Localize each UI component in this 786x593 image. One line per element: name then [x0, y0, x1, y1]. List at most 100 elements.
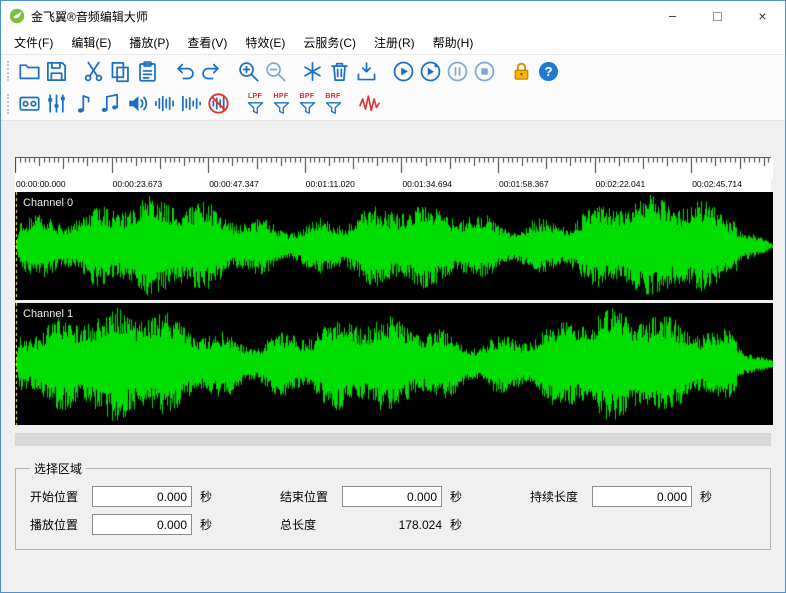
total-length-field: 总长度 178.024 秒 [280, 516, 470, 533]
save-file-icon [45, 60, 68, 83]
duration-input[interactable] [592, 486, 692, 507]
menu-item-help[interactable]: 帮助(H) [424, 31, 483, 54]
stop-button[interactable] [471, 58, 498, 85]
minimize-button[interactable]: − [650, 1, 695, 31]
lpf-filter-button[interactable]: LPF [242, 90, 268, 117]
end-position-label: 结束位置 [280, 488, 342, 505]
redo-icon [200, 60, 223, 83]
hpf-filter-button[interactable]: HPF [268, 90, 294, 117]
start-position-field: 开始位置 秒 [30, 486, 220, 507]
play-position-input[interactable] [92, 514, 192, 535]
recorder-button[interactable] [16, 90, 43, 117]
menu-item-view[interactable]: 查看(V) [178, 31, 236, 54]
channel-1[interactable]: Channel 1 [15, 303, 771, 425]
bpf-filter-button[interactable]: BPF [294, 90, 320, 117]
channel-1-canvas[interactable] [15, 303, 773, 425]
zoom-out-icon [264, 60, 287, 83]
ruler-labels: 00:00:00.000 00:00:23.673 00:00:47.347 00:0… [15, 179, 771, 193]
mute-button[interactable] [205, 90, 232, 117]
cut-icon [82, 60, 105, 83]
spectrum-icon [358, 92, 381, 115]
effects-burst-button[interactable] [299, 58, 326, 85]
zoom-out-button[interactable] [262, 58, 289, 85]
undo-button[interactable] [171, 58, 198, 85]
waveform-area: Channel 0 Channel 1 [1, 192, 785, 425]
save-file-button[interactable] [43, 58, 70, 85]
cut-button[interactable] [80, 58, 107, 85]
mixer-button[interactable] [43, 90, 70, 117]
brf-filter-button[interactable]: BRF [320, 90, 346, 117]
ruler-label-2: 00:00:47.347 [209, 179, 259, 189]
play-selection-icon [419, 60, 442, 83]
ruler-label-1: 00:00:23.673 [113, 179, 163, 189]
bpf-filter-label: BPF [300, 93, 315, 101]
music-note-button[interactable] [70, 90, 97, 117]
music-notes-button[interactable] [97, 90, 124, 117]
paste-button[interactable] [134, 58, 161, 85]
menu-item-effects[interactable]: 特效(E) [236, 31, 294, 54]
end-position-field: 结束位置 秒 [280, 486, 470, 507]
delete-button[interactable] [326, 58, 353, 85]
channel-0-canvas[interactable] [15, 192, 773, 300]
open-file-button[interactable] [16, 58, 43, 85]
maximize-button[interactable]: □ [695, 1, 740, 31]
end-position-input[interactable] [342, 486, 442, 507]
total-length-label: 总长度 [280, 516, 342, 533]
waveform-icon [153, 92, 176, 115]
selection-panel: 选择区域 开始位置 秒 结束位置 秒 持续长度 秒 播放位置 秒 [15, 460, 771, 550]
play-button[interactable] [390, 58, 417, 85]
channel-1-label: Channel 1 [23, 308, 73, 320]
lock-button[interactable] [508, 58, 535, 85]
menu-item-edit[interactable]: 编辑(E) [62, 31, 120, 54]
pause-button[interactable] [444, 58, 471, 85]
speaker-icon [126, 92, 149, 115]
channel-0-label: Channel 0 [23, 197, 73, 209]
lpf-filter-label: LPF [248, 93, 262, 101]
menu-item-file[interactable]: 文件(F) [5, 31, 62, 54]
ruler-label-3: 00:01:11.020 [306, 179, 355, 189]
stop-icon [473, 60, 496, 83]
lock-icon [510, 60, 533, 83]
ruler-label-0: 00:00:00.000 [16, 179, 66, 189]
play-position-unit: 秒 [200, 516, 220, 533]
speaker-button[interactable] [124, 90, 151, 117]
play-selection-button[interactable] [417, 58, 444, 85]
ruler-label-4: 00:01:34.694 [402, 179, 452, 189]
ruler-label-7: 00:02:45.714 [692, 179, 742, 189]
horizontal-scrollbar[interactable] [15, 433, 771, 446]
duration-label: 持续长度 [530, 488, 592, 505]
lpf-filter-icon [247, 101, 264, 115]
copy-button[interactable] [107, 58, 134, 85]
brf-filter-label: BRF [325, 93, 340, 101]
scrollbar-thumb[interactable] [16, 434, 770, 445]
selection-row-1: 开始位置 秒 结束位置 秒 持续长度 秒 [30, 486, 756, 507]
timeline-ruler[interactable]: 00:00:00.000 00:00:23.673 00:00:47.347 00:0… [15, 157, 771, 192]
paste-icon [136, 60, 159, 83]
spectrum-button[interactable] [356, 90, 383, 117]
svg-text:?: ? [544, 63, 552, 78]
help-button[interactable]: ? [535, 58, 562, 85]
menu-item-cloud[interactable]: 云服务(C) [294, 31, 365, 54]
play-position-label: 播放位置 [30, 516, 92, 533]
close-button[interactable]: × [740, 1, 785, 31]
waveform-dense-button[interactable] [178, 90, 205, 117]
ruler-ticks[interactable] [15, 158, 773, 179]
trim-button[interactable] [353, 58, 380, 85]
waveform-button[interactable] [151, 90, 178, 117]
menu-item-register[interactable]: 注册(R) [365, 31, 424, 54]
zoom-in-button[interactable] [235, 58, 262, 85]
start-position-label: 开始位置 [30, 488, 92, 505]
title-bar: 金飞翼®音频编辑大师 − □ × [1, 1, 785, 31]
channel-0[interactable]: Channel 0 [15, 192, 771, 300]
play-icon [392, 60, 415, 83]
trim-icon [355, 60, 378, 83]
total-length-value: 178.024 [342, 518, 442, 532]
start-position-input[interactable] [92, 486, 192, 507]
hpf-filter-label: HPF [274, 93, 289, 101]
ruler-label-5: 00:01:58.367 [499, 179, 549, 189]
pause-icon [446, 60, 469, 83]
duration-field: 持续长度 秒 [530, 486, 720, 507]
menu-item-play[interactable]: 播放(P) [120, 31, 178, 54]
window-title: 金飞翼®音频编辑大师 [31, 8, 148, 25]
redo-button[interactable] [198, 58, 225, 85]
